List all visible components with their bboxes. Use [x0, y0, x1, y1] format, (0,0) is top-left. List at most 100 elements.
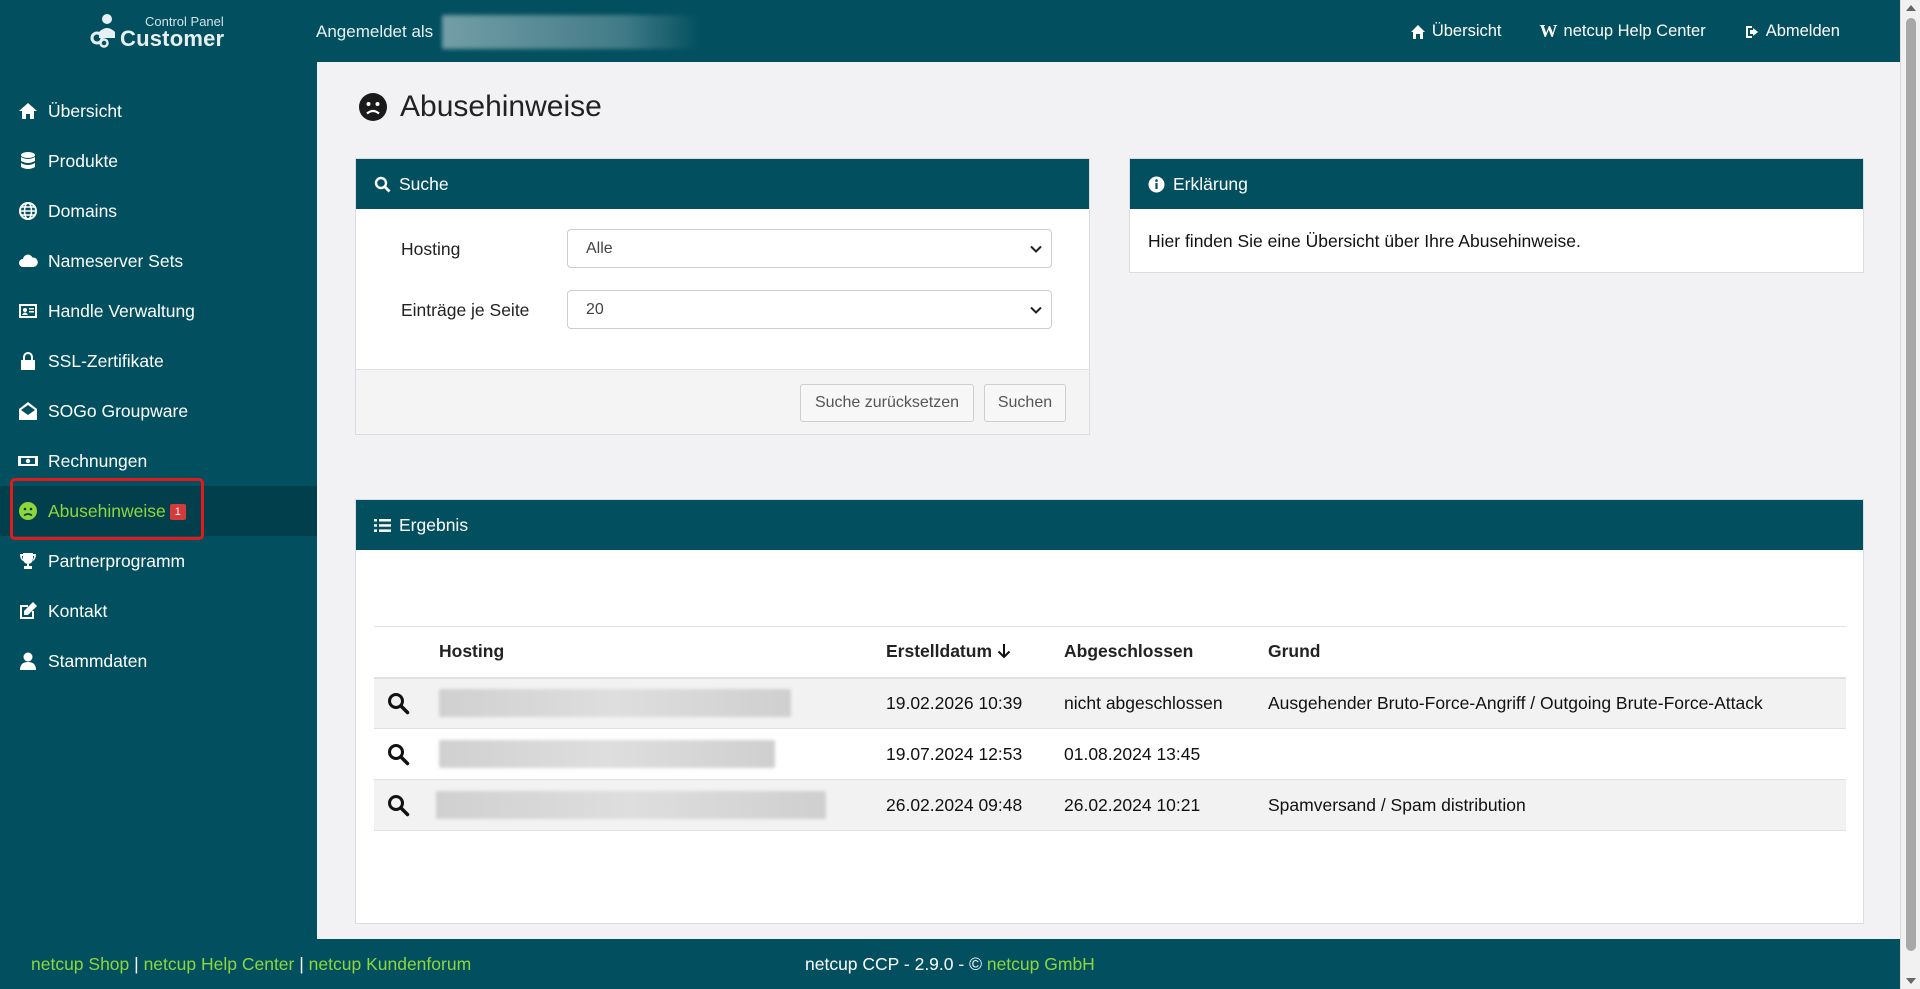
column-header-closed[interactable]: Abgeschlossen — [1064, 626, 1268, 679]
info-panel-header: Erklärung — [1130, 159, 1863, 209]
footer-link-forum[interactable]: netcup Kundenforum — [309, 954, 471, 974]
sidebar-item-label: Nameserver Sets — [48, 250, 184, 271]
sign-out-icon — [1745, 25, 1758, 38]
list-icon — [374, 518, 391, 532]
result-panel-header: Ergebnis — [356, 500, 1863, 550]
row-reason-cell: Ausgehender Bruto-Force-Angriff / Outgoi… — [1268, 677, 1846, 729]
sidebar-item-label: Kontakt — [48, 600, 108, 621]
sidebar-item-abuse-notices[interactable]: Abusehinweise 1 — [0, 486, 317, 536]
column-header-created[interactable]: Erstelldatum — [886, 626, 1064, 679]
sidebar-item-label: Partnerprogramm — [48, 550, 186, 571]
row-reason-cell — [1268, 728, 1846, 780]
chevron-down-icon — [1030, 306, 1042, 314]
logo[interactable]: Control Panel Customer — [90, 12, 240, 52]
sidebar-item-label: Handle Verwaltung — [48, 300, 195, 321]
edit-icon — [20, 602, 37, 619]
home-icon — [1410, 24, 1425, 39]
logo-title: Customer — [120, 26, 225, 51]
sidebar-item-master-data[interactable]: Stammdaten — [0, 636, 317, 686]
page-title: Abusehinweise — [358, 90, 602, 124]
results-table: Hosting Erstelldatum Abgeschlossen Grund… — [374, 626, 1846, 831]
sidebar-item-products[interactable]: Produkte — [0, 136, 317, 186]
logged-in-label: Angemeldet als — [316, 22, 434, 41]
magnifier-icon[interactable] — [386, 742, 410, 766]
sidebar-item-sogo-groupware[interactable]: SOGo Groupware — [0, 386, 317, 436]
top-nav-overview[interactable]: Übersicht — [1410, 21, 1502, 42]
result-panel-title: Ergebnis — [399, 514, 469, 535]
per-page-label: Einträge je Seite — [401, 300, 530, 320]
footer-link-shop[interactable]: netcup Shop — [31, 954, 129, 974]
reset-search-button[interactable]: Suche zurücksetzen — [800, 384, 974, 422]
magnifier-icon[interactable] — [386, 793, 410, 817]
per-page-row: Einträge je Seite 20 — [356, 290, 1089, 330]
per-page-select-value: 20 — [586, 300, 604, 318]
hosting-filter-label: Hosting — [401, 239, 461, 259]
hosting-select[interactable]: Alle — [567, 229, 1052, 268]
column-header-hosting[interactable]: Hosting — [439, 626, 886, 679]
home-icon — [19, 103, 37, 119]
logo-gears-icon — [90, 14, 115, 48]
row-hosting-cell — [436, 779, 886, 831]
wiki-icon: W — [1539, 21, 1558, 41]
column-header-created-label: Erstelldatum — [886, 641, 992, 662]
footer-link-company[interactable]: netcup GmbH — [987, 954, 1095, 974]
row-created-cell: 19.07.2024 12:53 — [886, 728, 1064, 780]
page-title-text: Abusehinweise — [400, 90, 602, 123]
sidebar-item-nameserver-sets[interactable]: Nameserver Sets — [0, 236, 317, 286]
row-action-cell — [374, 677, 439, 729]
chevron-down-icon — [1030, 245, 1042, 253]
sidebar-item-label: Übersicht — [48, 100, 122, 121]
info-panel: Erklärung Hier finden Sie eine Übersicht… — [1129, 158, 1864, 273]
row-reason-cell: Spamversand / Spam distribution — [1268, 779, 1846, 831]
footer-separator: | — [134, 954, 139, 974]
per-page-select[interactable]: 20 — [567, 290, 1052, 329]
top-nav-help-center[interactable]: W netcup Help Center — [1540, 21, 1706, 42]
top-nav-help-label: netcup Help Center — [1563, 22, 1706, 40]
table-header-row: Hosting Erstelldatum Abgeschlossen Grund — [374, 626, 1846, 679]
sidebar-item-contact[interactable]: Kontakt — [0, 586, 317, 636]
scrollbar-thumb[interactable] — [1906, 18, 1916, 951]
footer: netcup Shop | netcup Help Center | netcu… — [0, 939, 1900, 989]
top-nav-logout[interactable]: Abmelden — [1744, 21, 1840, 42]
row-closed-cell: 01.08.2024 13:45 — [1064, 728, 1268, 780]
info-text: Hier finden Sie eine Übersicht über Ihre… — [1148, 231, 1581, 251]
sidebar-item-domains[interactable]: Domains — [0, 186, 317, 236]
row-closed-cell: nicht abgeschlossen — [1064, 677, 1268, 729]
scroll-up-arrow[interactable] — [1906, 5, 1916, 11]
magnifier-icon[interactable] — [386, 691, 410, 715]
row-hosting-cell — [439, 677, 886, 729]
footer-link-help-center[interactable]: netcup Help Center — [144, 954, 295, 974]
sidebar-item-label: SSL-Zertifikate — [48, 350, 164, 371]
row-created-cell: 26.02.2024 09:48 — [886, 779, 1064, 831]
money-bill-icon — [18, 456, 38, 466]
globe-icon — [19, 202, 37, 220]
search-button[interactable]: Suchen — [984, 384, 1066, 422]
trophy-icon — [20, 553, 36, 569]
footer-copyright-text: netcup CCP - 2.9.0 - © — [805, 954, 982, 974]
top-bar: Control Panel Customer Angemeldet als Üb… — [0, 0, 1900, 62]
scrollbar[interactable] — [1900, 0, 1920, 989]
footer-links: netcup Shop | netcup Help Center | netcu… — [31, 954, 471, 975]
table-row: 19.02.2026 10:39 nicht abgeschlossen Aus… — [374, 677, 1846, 729]
scroll-down-arrow[interactable] — [1906, 978, 1916, 984]
user-icon — [20, 652, 36, 670]
sidebar-item-invoices[interactable]: Rechnungen — [0, 436, 317, 486]
sidebar-item-ssl-certificates[interactable]: SSL-Zertifikate — [0, 336, 317, 386]
sidebar-item-partner-program[interactable]: Partnerprogramm — [0, 536, 317, 586]
search-icon — [374, 176, 391, 192]
info-panel-title: Erklärung — [1173, 173, 1248, 194]
redacted-hosting — [436, 791, 826, 819]
info-circle-icon — [1148, 176, 1165, 192]
sidebar-item-label: Domains — [48, 200, 118, 221]
column-header-reason[interactable]: Grund — [1268, 626, 1846, 679]
sidebar-item-handle-management[interactable]: Handle Verwaltung — [0, 286, 317, 336]
table-row: 26.02.2024 09:48 26.02.2024 10:21 Spamve… — [374, 779, 1846, 831]
envelope-open-icon — [19, 402, 37, 420]
sidebar-item-overview[interactable]: Übersicht — [0, 86, 317, 136]
sidebar-item-label: Abusehinweise — [48, 500, 166, 521]
search-panel: Suche Hosting Alle Einträge je Seite 20 … — [355, 158, 1090, 435]
row-action-cell — [374, 779, 439, 831]
cloud-icon — [19, 254, 38, 267]
search-panel-header: Suche — [356, 159, 1089, 209]
frown-icon — [19, 502, 37, 520]
